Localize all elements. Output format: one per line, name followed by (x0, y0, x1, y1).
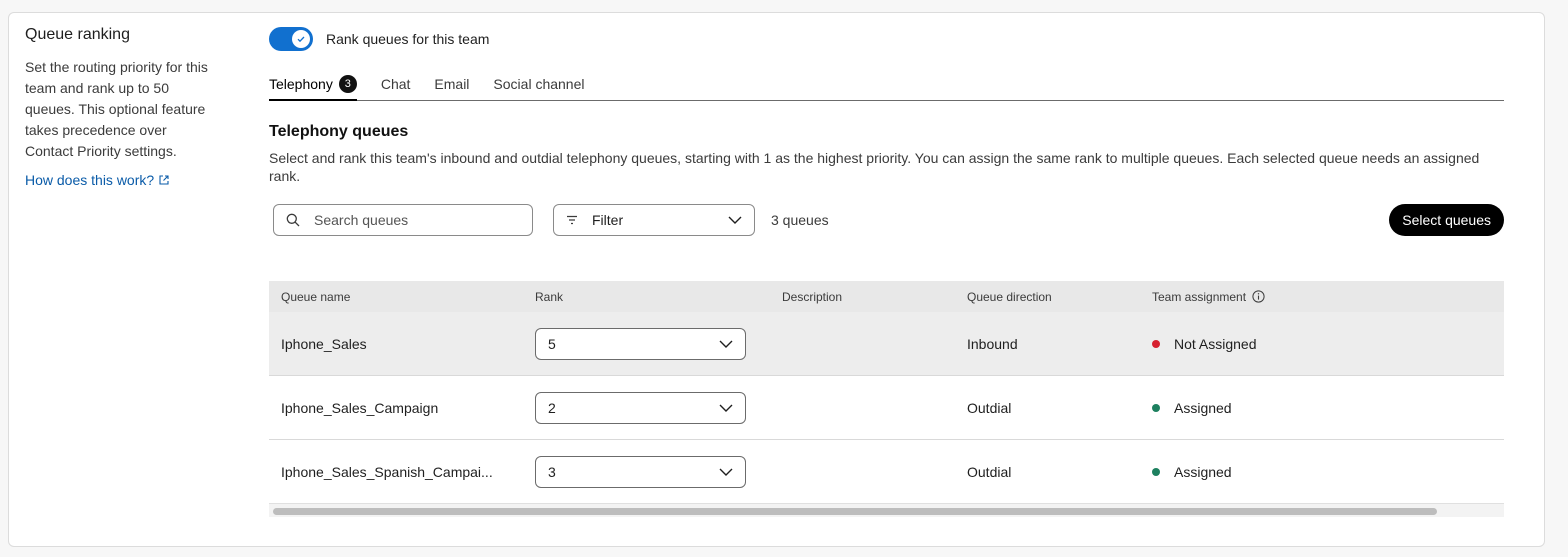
queue-ranking-main: Rank queues for this team Telephony 3 Ch… (269, 26, 1504, 236)
chevron-down-icon (719, 468, 733, 476)
info-icon[interactable] (1252, 290, 1265, 303)
search-icon (286, 213, 300, 227)
toggle-label: Rank queues for this team (326, 31, 490, 47)
rank-value: 3 (548, 463, 556, 480)
chevron-down-icon (719, 340, 733, 348)
telephony-queues-description: Select and rank this team's inbound and … (269, 150, 1480, 184)
table-header: Queue name Rank Description Queue direct… (269, 281, 1504, 312)
direction-cell: Inbound (967, 335, 1018, 352)
col-queue-name[interactable]: Queue name (269, 290, 535, 304)
table-row[interactable]: Iphone_Sales 5 Inbound Not Assigned (269, 312, 1504, 376)
rank-toggle-row: Rank queues for this team (269, 26, 1504, 52)
assignment-cell: Assigned (1152, 400, 1504, 416)
external-link-icon (159, 175, 169, 185)
toggle-knob (292, 30, 310, 48)
rank-cell: 3 (535, 455, 782, 488)
rank-value: 2 (548, 399, 556, 416)
tab-label: Social channel (493, 76, 585, 92)
rank-select[interactable]: 3 (535, 455, 746, 488)
assignment-label: Not Assigned (1174, 335, 1257, 352)
channel-tabs: Telephony 3 Chat Email Social channel (269, 75, 1504, 101)
chevron-down-icon (728, 216, 742, 224)
col-queue-direction[interactable]: Queue direction (967, 290, 1152, 304)
section-heading: Queue ranking (25, 26, 130, 43)
filter-icon (567, 215, 577, 225)
scrollbar-thumb[interactable] (273, 508, 1437, 515)
count-badge: 3 (338, 75, 357, 93)
status-dot-icon (1152, 403, 1160, 412)
queues-table: Queue name Rank Description Queue direct… (269, 281, 1504, 504)
help-link[interactable]: How does this work? (25, 172, 169, 188)
queue-name-cell: Iphone_Sales (281, 335, 367, 352)
tab-chat[interactable]: Chat (381, 76, 411, 100)
col-team-assignment[interactable]: Team assignment (1152, 290, 1504, 304)
section-description: Set the routing priority for this team a… (25, 59, 208, 159)
table-row[interactable]: Iphone_Sales_Spanish_Campai... 3 Outdial… (269, 440, 1504, 504)
assignment-cell: Assigned (1152, 464, 1504, 480)
col-team-assignment-label: Team assignment (1152, 289, 1247, 304)
tab-label: Email (434, 76, 470, 92)
queue-ranking-sidebar: Queue ranking Set the routing priority f… (25, 26, 210, 190)
assignment-label: Assigned (1174, 463, 1232, 480)
telephony-queues-title: Telephony queues (269, 123, 409, 140)
status-dot-icon (1152, 467, 1160, 476)
direction-cell: Outdial (967, 463, 1012, 480)
help-link-label: How does this work? (25, 172, 155, 188)
rank-queues-toggle[interactable] (269, 27, 313, 51)
assignment-label: Assigned (1174, 399, 1232, 416)
assignment-cell: Not Assigned (1152, 336, 1504, 352)
tab-label: Chat (380, 76, 411, 92)
search-box[interactable] (273, 204, 533, 236)
horizontal-scrollbar[interactable] (269, 503, 1504, 517)
queue-count: 3 queues (771, 212, 829, 228)
col-description[interactable]: Description (782, 290, 967, 304)
filter-label: Filter (592, 212, 624, 228)
check-icon (297, 36, 305, 43)
col-rank[interactable]: Rank (535, 290, 782, 304)
select-queues-button[interactable]: Select queues (1389, 204, 1504, 236)
rank-select[interactable]: 5 (535, 327, 746, 360)
tab-telephony[interactable]: Telephony 3 (269, 75, 357, 101)
chevron-down-icon (719, 404, 733, 412)
table-controls: Filter 3 queues Select queues (269, 204, 1504, 236)
filter-dropdown[interactable]: Filter (553, 204, 755, 236)
rank-select[interactable]: 2 (535, 391, 746, 424)
status-dot-icon (1152, 339, 1160, 348)
queue-name-cell: Iphone_Sales_Campaign (281, 399, 439, 416)
queue-name-cell: Iphone_Sales_Spanish_Campai... (281, 463, 493, 480)
rank-value: 5 (548, 335, 556, 352)
rank-cell: 5 (535, 327, 782, 360)
tab-social-channel[interactable]: Social channel (493, 76, 584, 100)
search-input[interactable] (314, 212, 514, 228)
direction-cell: Outdial (967, 399, 1012, 416)
rank-cell: 2 (535, 391, 782, 424)
tab-label: Telephony (269, 76, 333, 92)
tab-email[interactable]: Email (434, 76, 469, 100)
table-row[interactable]: Iphone_Sales_Campaign 2 Outdial Assigned (269, 376, 1504, 440)
